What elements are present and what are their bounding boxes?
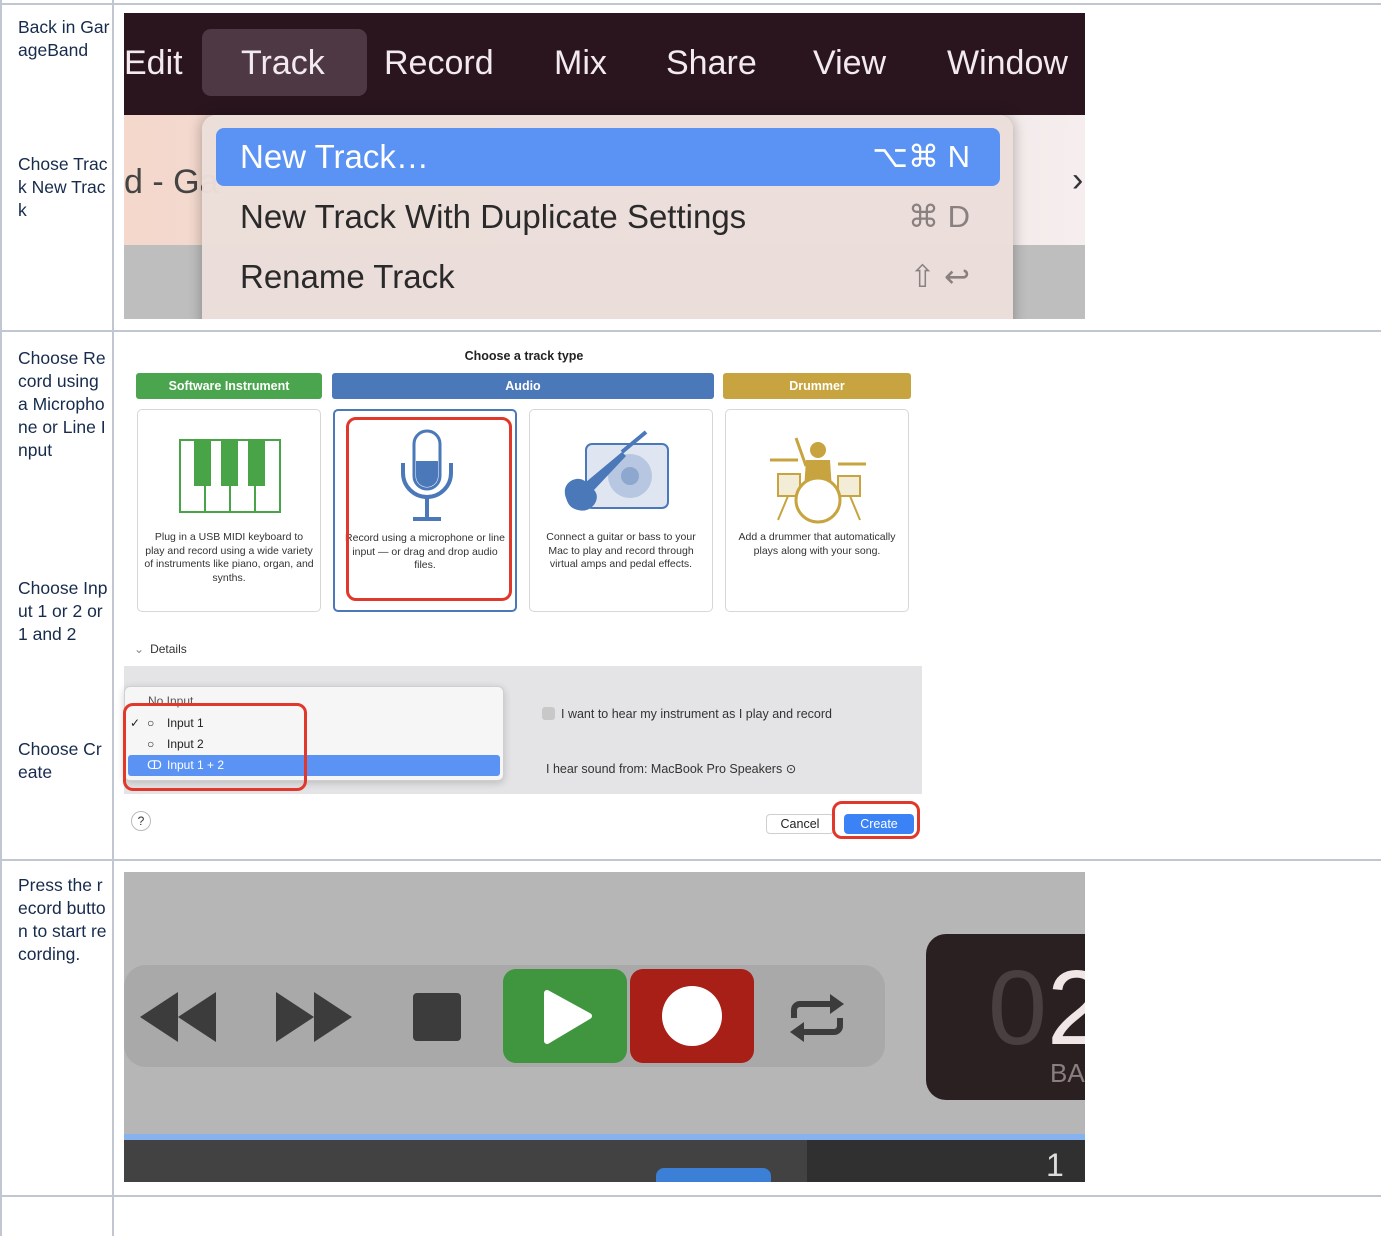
menu-edit[interactable]: Edit <box>124 43 183 83</box>
card-drummer[interactable]: Add a drummer that automatically plays a… <box>725 409 909 612</box>
col-divider <box>0 0 2 1236</box>
step-note: Choose Create <box>18 739 102 782</box>
chevron-down-icon: ⌄ <box>134 642 145 656</box>
card-description: Plug in a USB MIDI keyboard to play and … <box>144 531 314 584</box>
lcd-display: 02 BA <box>926 934 1085 1100</box>
menu-item-label: Rename Track <box>240 258 455 295</box>
menu-item-shortcut: ⇧ ↩ <box>909 259 970 294</box>
play-icon <box>544 990 592 1044</box>
menu-item-new-track[interactable]: New Track… ⌥⌘ N <box>216 128 1000 186</box>
stop-icon[interactable] <box>411 991 465 1045</box>
category-audio[interactable]: Audio <box>332 373 714 399</box>
dialog-title: Choose a track type <box>464 349 584 363</box>
menu-track[interactable]: Track <box>241 43 325 83</box>
menu-window[interactable]: Window <box>947 43 1068 83</box>
menu-item-label: New Track… <box>240 138 429 175</box>
menu-item-shortcut: ⌘ D <box>908 199 970 234</box>
row-divider <box>0 1195 1381 1197</box>
rewind-icon[interactable] <box>138 990 222 1044</box>
menu-bar: Edit Track Record Mix Share View Window <box>124 13 1085 115</box>
drummer-icon <box>770 437 866 524</box>
monitoring-label: I want to hear my instrument as I play a… <box>561 707 832 721</box>
menu-item-rename-track[interactable]: Rename Track ⇧ ↩ <box>216 248 1000 306</box>
step-note: Choose Record using a Microphone or Line… <box>18 348 106 460</box>
step-note: Choose Input 1 or 2 or 1 and 2 <box>18 578 108 644</box>
menu-item-shortcut: ⌥⌘ N <box>872 139 970 174</box>
play-button[interactable] <box>503 969 627 1063</box>
step-note: Back in GarageBand <box>18 17 110 60</box>
record-icon <box>662 986 722 1046</box>
row-divider <box>0 330 1381 332</box>
menu-item-new-track-duplicate[interactable]: New Track With Duplicate Settings ⌘ D <box>216 188 1000 246</box>
category-software-instrument[interactable]: Software Instrument <box>136 373 322 399</box>
menu-record[interactable]: Record <box>384 43 494 83</box>
ruler-area <box>807 1140 1085 1182</box>
row-divider <box>0 859 1381 861</box>
menu-mix[interactable]: Mix <box>554 43 607 83</box>
step-note: Chose Track New Track <box>18 154 108 220</box>
card-description: Add a drummer that automatically plays a… <box>738 531 896 557</box>
annotation-highlight <box>123 703 307 791</box>
category-drummer[interactable]: Drummer <box>723 373 911 399</box>
track-dropdown-menu: New Track… ⌥⌘ N New Track With Duplicate… <box>202 115 1013 319</box>
help-button[interactable]: ? <box>131 811 151 831</box>
track-menu-screenshot: Edit Track Record Mix Share View Window … <box>124 13 1085 319</box>
card-description: Connect a guitar or bass to your Mac to … <box>546 531 696 570</box>
details-label: Details <box>150 642 187 656</box>
row-divider <box>0 3 1381 5</box>
track-header-button[interactable] <box>656 1168 771 1182</box>
card-guitar-bass[interactable]: Connect a guitar or bass to your Mac to … <box>529 409 713 612</box>
track-type-dialog: Choose a track type Software Instrument … <box>123 345 924 850</box>
chevron-right-icon: › <box>1072 161 1084 199</box>
details-disclosure[interactable]: ⌄ Details <box>134 642 187 656</box>
lcd-counter: 02 <box>988 949 1085 1067</box>
piano-keys-icon <box>179 439 281 513</box>
fast-forward-icon[interactable] <box>272 990 356 1044</box>
cancel-button[interactable]: Cancel <box>766 814 834 834</box>
menu-item-label: New Track With Duplicate Settings <box>240 198 747 235</box>
checkbox[interactable] <box>542 707 555 720</box>
step-note: Press the record button to start recordi… <box>18 875 107 964</box>
lcd-label: BA <box>1050 1058 1085 1088</box>
record-button[interactable] <box>630 969 754 1063</box>
col-divider <box>112 0 114 1236</box>
output-device-label: I hear sound from: MacBook Pro Speakers … <box>546 762 797 776</box>
monitoring-checkbox[interactable]: I want to hear my instrument as I play a… <box>542 707 832 721</box>
menu-share[interactable]: Share <box>666 43 757 83</box>
instructions-table: Back in GarageBand Chose Track New Track… <box>0 0 1381 1236</box>
annotation-highlight <box>346 417 512 601</box>
cycle-icon[interactable] <box>786 992 848 1044</box>
transport-screenshot: 02 BA 1 <box>124 872 1085 1182</box>
annotation-highlight <box>832 801 920 839</box>
card-software-instrument[interactable]: Plug in a USB MIDI keyboard to play and … <box>137 409 321 612</box>
ruler-label: 1 <box>1046 1147 1064 1182</box>
guitar-amp-icon <box>564 430 669 511</box>
menu-view[interactable]: View <box>813 43 886 83</box>
